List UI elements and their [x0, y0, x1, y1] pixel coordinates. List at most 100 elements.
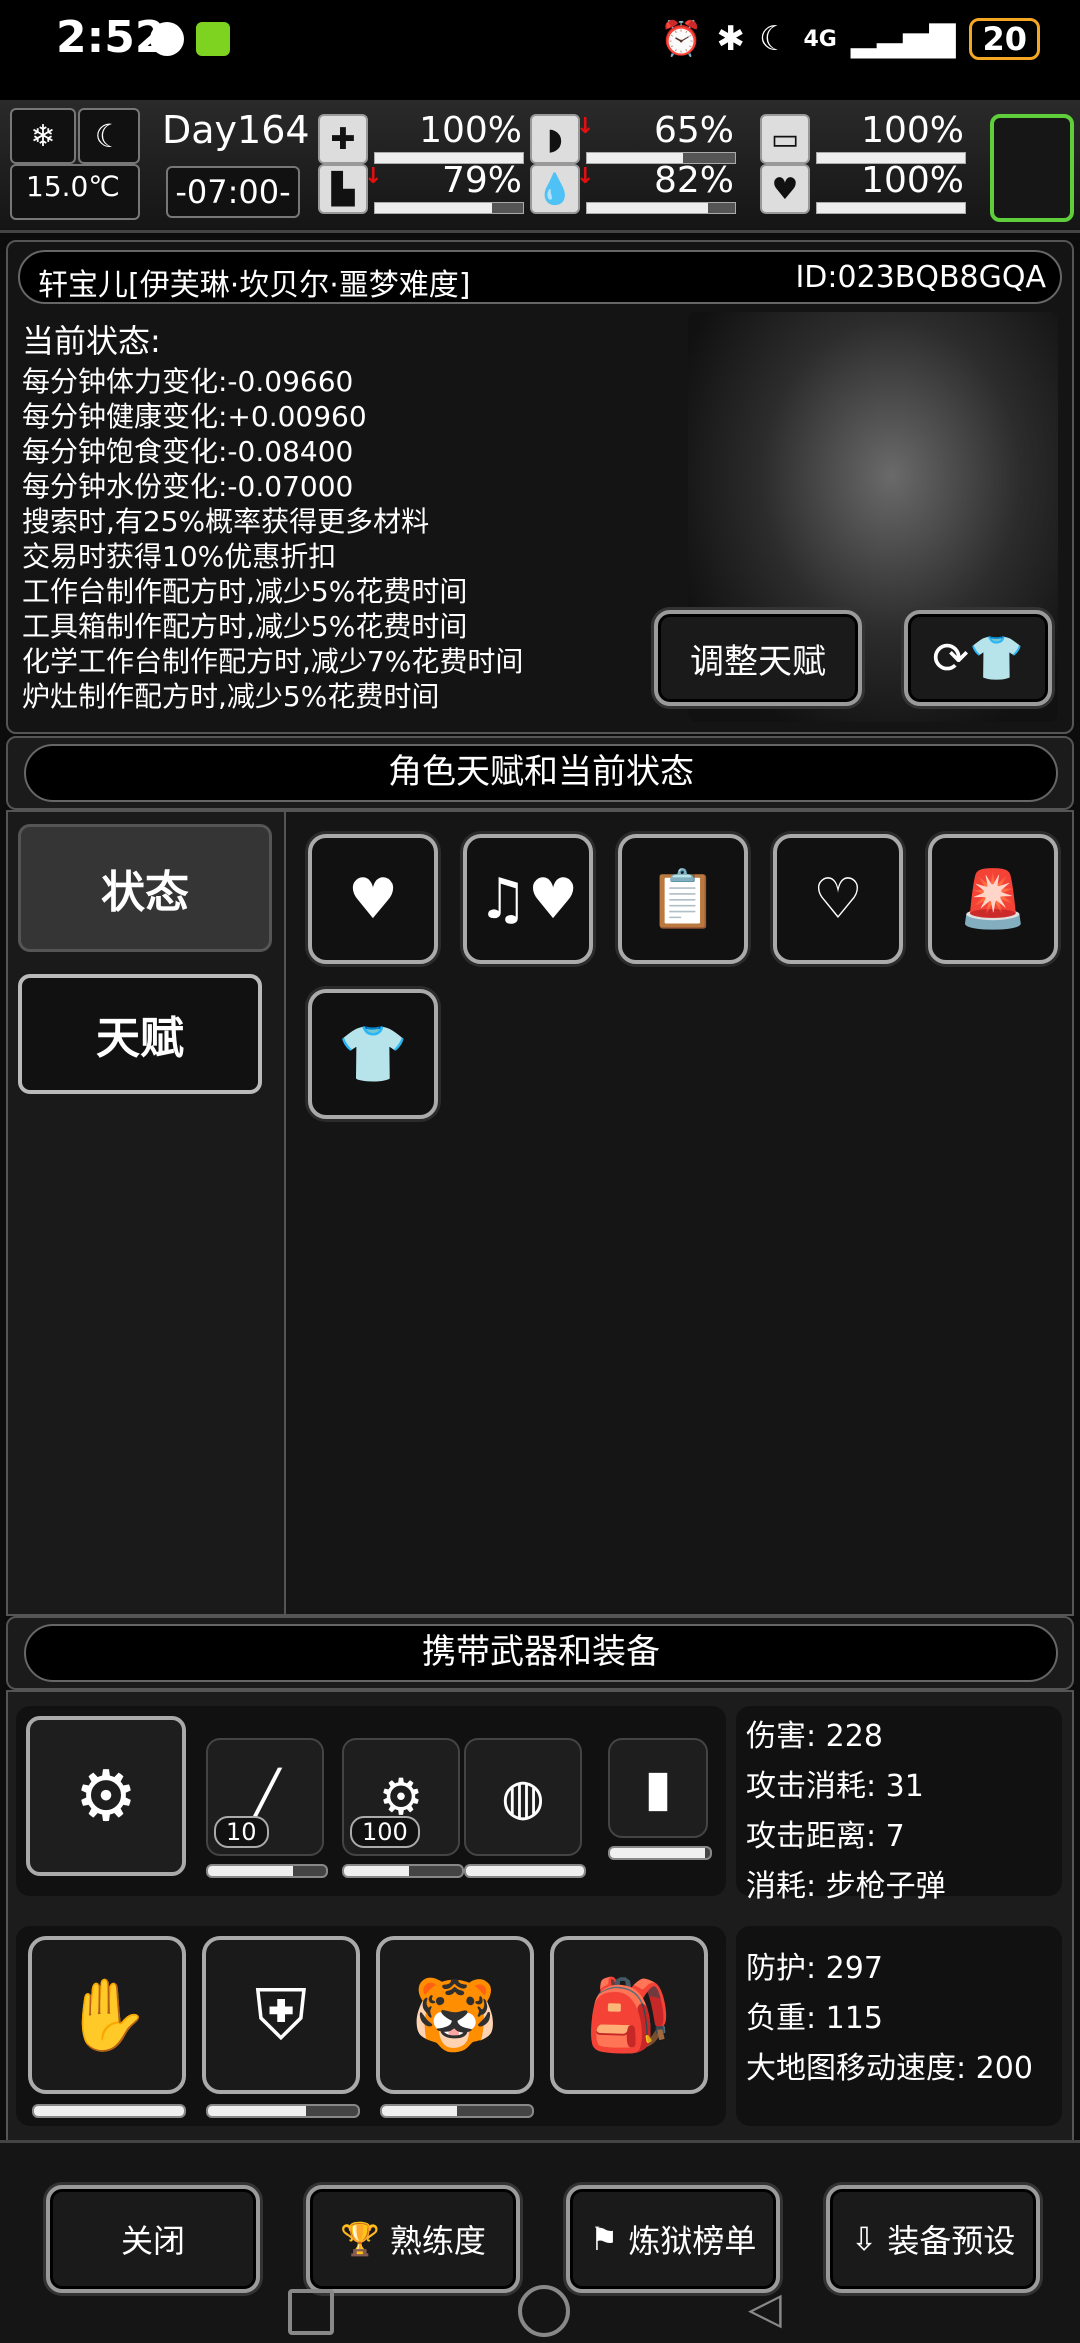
weapon-stat: 攻击消耗: 31 — [746, 1769, 924, 1804]
armor-slot[interactable]: 🎒 — [550, 1936, 708, 2094]
back-nav-button[interactable]: ◁ — [748, 2287, 782, 2331]
stat-bar — [374, 202, 524, 214]
stat-value: 65% — [653, 110, 734, 151]
weapon-slot[interactable]: ⚙ 100 — [342, 1738, 460, 1856]
weapon-stats: 伤害: 228 攻击消耗: 31 攻击距离: 7 消耗: 步枪子弹 — [736, 1706, 1062, 1904]
decreasing-arrow-icon: ↓ — [576, 114, 595, 139]
active-slot-indicator[interactable] — [990, 114, 1074, 222]
alarm-person-icon[interactable]: 🚨 — [928, 834, 1058, 964]
weapon-slot[interactable]: ▮ — [608, 1738, 708, 1838]
talent-tab-column: 状态 天赋 — [6, 810, 286, 1616]
banner-icon: ⚑ — [589, 2220, 619, 2258]
medical-report-pill-icon[interactable]: 📋 — [618, 834, 748, 964]
ammo-count: 100 — [350, 1816, 420, 1848]
heart-icon: ♥ — [760, 164, 810, 214]
do-not-disturb-icon: ☾ — [759, 19, 790, 59]
tab-talent[interactable]: 天赋 — [18, 974, 262, 1094]
network-label: 4G — [803, 26, 837, 52]
stat-boot: ▙ ↓ 79% — [318, 160, 528, 214]
bluetooth-icon: ✱ — [716, 19, 746, 59]
pill-icon: ▭ — [760, 114, 810, 164]
snow-weather-icon: ❄ — [10, 108, 76, 164]
equipment-panel: ⚙ ╱ 10 ⚙ 100 ◍ ▮ 伤害: 228 攻击消耗: 31 攻击距离: 7 消耗: 步枪子… — [6, 1690, 1074, 2144]
tiger-hat-icon: 🐯 — [411, 1973, 499, 2056]
adjust-talent-button[interactable]: 调整天赋 — [654, 610, 862, 706]
alarm-icon: ⏰ — [660, 19, 703, 59]
weapon-slot[interactable]: ╱ 10 — [206, 1738, 324, 1856]
proficiency-button[interactable]: 🏆 熟练度 — [306, 2185, 520, 2293]
weapon-stat: 伤害: 228 — [746, 1719, 883, 1754]
status-icon-grid: ♥ ♫♥ 📋 ♡ 🚨 👕 — [284, 810, 1074, 1616]
system-status-bar: 2:52 ⏰ ✱ ☾ 4G ▂▃▅▇ 20 — [0, 0, 1080, 100]
tab-status[interactable]: 状态 — [18, 824, 272, 952]
stat-value: 100% — [861, 110, 964, 151]
close-button[interactable]: 关闭 — [46, 2185, 260, 2293]
boot-icon: ▙ — [318, 164, 368, 214]
preset-button-label: 装备预设 — [887, 2222, 1016, 2260]
character-id: ID:023BQB8GQA — [795, 260, 1046, 295]
status-line: 化学工作台制作配方时,减少7%花费时间 — [22, 645, 524, 678]
stat-value: 79% — [441, 160, 522, 201]
equipment-preset-button[interactable]: ⇩ 装备预设 — [826, 2185, 1040, 2293]
weapon-stat: 消耗: 步枪子弹 — [746, 1869, 946, 1904]
stat-value: 82% — [653, 160, 734, 201]
status-line: 交易时获得10%优惠折扣 — [22, 540, 337, 573]
status-line: 每分钟水份变化:-0.07000 — [22, 470, 354, 503]
heart-icon[interactable]: ♥ — [308, 834, 438, 964]
armor-slot[interactable]: ⛨ — [202, 1936, 360, 2094]
stomach-heart-icon[interactable]: ♡ — [773, 834, 903, 964]
status-line: 每分钟饱食变化:-0.08400 — [22, 435, 354, 468]
durability-bar — [206, 2104, 360, 2118]
durability-bar — [608, 1846, 712, 1860]
game-top-bar: ❄ ☾ 15.0℃ Day164 -07:00- ✚ 100% ◗ ↓ 65% ▭ 100%… — [0, 100, 1080, 233]
preset-download-icon: ⇩ — [850, 2220, 878, 2258]
status-line: 搜索时,有25%概率获得更多材料 — [22, 505, 430, 538]
armor-stats: 防护: 297 负重: 115 大地图移动速度: 200 — [736, 1926, 1062, 2126]
signal-icon: ▂▃▅▇ — [850, 19, 956, 59]
outfit-swap-icon: ⟳👕 — [932, 633, 1024, 684]
water-drop-icon: 💧 — [530, 164, 580, 214]
talent-section-header: 角色天赋和当前状态 — [6, 736, 1074, 810]
body-armor-icon: ⛨ — [254, 1973, 308, 2056]
equip-section-title: 携带武器和装备 — [24, 1624, 1058, 1682]
stat-pill: ▭ 100% — [760, 110, 970, 164]
decreasing-arrow-icon: ↓ — [576, 164, 595, 189]
armor-stat: 大地图移动速度: 200 — [746, 2051, 1033, 2086]
day-counter: Day164 — [162, 108, 310, 152]
outfit-swap-button[interactable]: ⟳👕 — [904, 610, 1052, 706]
ammo-count: 10 — [214, 1816, 269, 1848]
shirt-icon[interactable]: 👕 — [308, 989, 438, 1119]
home-nav-button[interactable] — [518, 2285, 570, 2337]
recent-apps-nav-button[interactable] — [288, 2289, 334, 2335]
bottom-action-bar: 关闭 🏆 熟练度 ⚑ 炼狱榜单 ⇩ 装备预设 ◁ — [0, 2140, 1080, 2343]
armor-slot[interactable]: 🐯 — [376, 1936, 534, 2094]
armor-slots: ✋ ⛨ 🐯 🎒 — [16, 1926, 726, 2126]
moon-icon: ☾ — [78, 108, 140, 164]
status-line: 每分钟健康变化:+0.00960 — [22, 400, 367, 433]
trophy-icon: 🏆 — [340, 2220, 380, 2258]
weapon-slot[interactable]: ◍ — [464, 1738, 582, 1856]
temperature-value: 15.0℃ — [26, 170, 120, 203]
music-heart-icon[interactable]: ♫♥ — [463, 834, 593, 964]
weapon-slot[interactable]: ⚙ — [26, 1716, 186, 1876]
stat-bar — [816, 202, 966, 214]
ranking-button-label: 炼狱榜单 — [628, 2222, 757, 2260]
durability-bar — [342, 1864, 464, 1878]
system-icons: ⏰ ✱ ☾ 4G ▂▃▅▇ 20 — [660, 18, 1040, 60]
stat-value: 100% — [419, 110, 522, 151]
stat-value: 100% — [861, 160, 964, 201]
status-line: 每分钟体力变化:-0.09660 — [22, 365, 354, 398]
proficiency-button-label: 熟练度 — [389, 2222, 486, 2260]
status-line: 工具箱制作配方时,减少5%花费时间 — [22, 610, 468, 643]
stat-heart: ♥ 100% — [760, 160, 970, 214]
armor-slot[interactable]: ✋ — [28, 1936, 186, 2094]
purgatory-ranking-button[interactable]: ⚑ 炼狱榜单 — [566, 2185, 780, 2293]
stat-bar — [586, 202, 736, 214]
status-heading: 当前状态: — [22, 322, 161, 360]
decreasing-arrow-icon: ↓ — [364, 164, 383, 189]
armor-stat: 负重: 115 — [746, 2001, 883, 2036]
stat-water-drop: 💧 ↓ 82% — [530, 160, 740, 214]
status-line: 工作台制作配方时,减少5%花费时间 — [22, 575, 468, 608]
riot-shield-icon: ▮ — [644, 1759, 672, 1817]
stat-medkit: ✚ 100% — [318, 110, 528, 164]
